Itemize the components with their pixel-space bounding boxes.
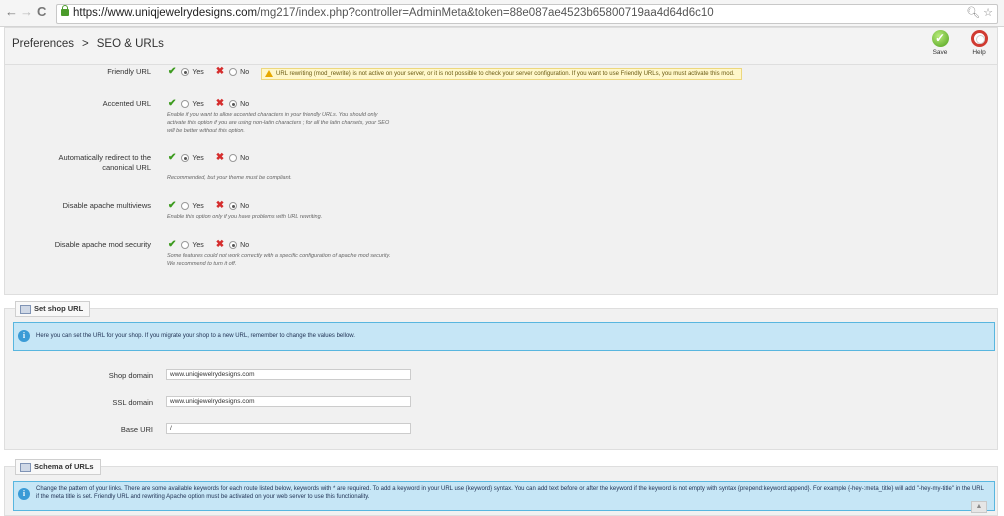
accented-url-label: Accented URL xyxy=(102,99,151,108)
address-bar[interactable]: https://www.uniqjewelrydesigns.com/mg217… xyxy=(56,4,998,24)
forward-arrow-icon[interactable]: → xyxy=(20,5,33,19)
no-label: No xyxy=(240,242,250,249)
hint-line: Some features could not work correctly w… xyxy=(167,253,391,259)
shop-url-fieldset: Set shop URL i Here you can set the URL … xyxy=(4,301,998,450)
shop-url-info-box: i Here you can set the URL for your shop… xyxy=(13,322,995,351)
friendly-url-label: Friendly URL xyxy=(107,67,151,76)
lock-icon xyxy=(61,5,69,16)
yes-label: Yes xyxy=(192,155,204,162)
back-arrow-icon[interactable]: ← xyxy=(5,5,18,19)
accented-url-hint: Enable if you want to allow accented cha… xyxy=(167,111,457,135)
info-icon: i xyxy=(18,330,30,342)
yes-label: Yes xyxy=(192,69,204,76)
base-uri-label: Base URI xyxy=(120,425,153,434)
cross-icon: ✖ xyxy=(215,98,225,109)
yes-label: Yes xyxy=(192,242,204,249)
schema-urls-legend: Schema of URLs xyxy=(15,459,101,475)
breadcrumb-current: SEO & URLs xyxy=(96,38,164,50)
page-toolbar: Preferences > SEO & URLs ✓ Save Help xyxy=(4,27,998,65)
scroll-to-top-icon[interactable]: ▲ xyxy=(971,501,987,513)
accented-url-options: ✔ Yes ✖ No xyxy=(168,99,249,110)
shop-domain-input[interactable] xyxy=(166,369,411,380)
hint-line: will be better without this option. xyxy=(167,128,245,134)
check-icon: ✔ xyxy=(168,66,177,77)
lifebuoy-icon xyxy=(970,30,988,47)
no-label: No xyxy=(240,203,250,210)
url-text: https://www.uniqjewelrydesigns.com/mg217… xyxy=(73,7,714,19)
window-icon xyxy=(20,305,31,314)
save-button[interactable]: ✓ Save xyxy=(925,30,955,56)
friendly-url-yes-radio[interactable] xyxy=(181,68,190,77)
disable-mod-security-hint: Some features could not work correctly w… xyxy=(167,252,457,268)
breadcrumb-separator: > xyxy=(82,38,89,50)
cross-icon: ✖ xyxy=(215,239,225,250)
schema-info-text: Change the pattern of your links. There … xyxy=(36,486,984,500)
browser-toolbar: ← → C https://www.uniqjewelrydesigns.com… xyxy=(0,0,1004,27)
help-button[interactable]: Help xyxy=(964,30,994,56)
check-icon: ✔ xyxy=(168,200,177,211)
accented-url-yes-radio[interactable] xyxy=(181,100,190,109)
shop-url-legend: Set shop URL xyxy=(15,301,91,317)
redirect-canonical-label: Automatically redirect to the canonical U… xyxy=(58,153,151,172)
check-icon: ✔ xyxy=(168,239,177,250)
redirect-canonical-options: ✔ Yes ✖ No xyxy=(168,153,249,164)
redirect-canonical-yes-radio[interactable] xyxy=(181,154,190,163)
save-label: Save xyxy=(932,49,948,56)
check-icon: ✔ xyxy=(168,98,177,109)
window-icon xyxy=(20,463,31,472)
no-label: No xyxy=(240,69,250,76)
disable-multiviews-label: Disable apache multiviews xyxy=(62,201,151,210)
breadcrumb: Preferences > SEO & URLs xyxy=(12,38,164,50)
schema-info-box: i Change the pattern of your links. Ther… xyxy=(13,481,995,511)
warning-text: URL rewriting (mod_rewrite) is not activ… xyxy=(276,71,735,77)
cross-icon: ✖ xyxy=(215,152,225,163)
shop-url-info-text: Here you can set the URL for your shop. … xyxy=(36,333,355,339)
cross-icon: ✖ xyxy=(215,200,225,211)
disable-multiviews-hint: Enable this option only if you have prob… xyxy=(167,214,323,220)
breadcrumb-root[interactable]: Preferences xyxy=(12,38,74,50)
disable-mod-security-label: Disable apache mod security xyxy=(54,240,151,249)
no-label: No xyxy=(240,155,250,162)
shop-domain-label: Shop domain xyxy=(108,371,153,380)
ssl-domain-input[interactable] xyxy=(166,396,411,407)
mod-rewrite-warning: URL rewriting (mod_rewrite) is not activ… xyxy=(261,68,742,80)
save-check-icon: ✓ xyxy=(931,30,949,47)
friendly-url-no-radio[interactable] xyxy=(229,68,238,77)
disable-mod-security-no-radio[interactable] xyxy=(229,241,238,250)
seo-settings-panel: Friendly URL ✔ Yes ✖ No URL rewriting (mod… xyxy=(4,64,998,295)
disable-mod-security-options: ✔ Yes ✖ No xyxy=(168,240,249,251)
yes-label: Yes xyxy=(192,101,204,108)
zoom-icon[interactable]: 🔍︎ ☆ xyxy=(966,6,993,19)
hint-line: We recommend to turn it off. xyxy=(167,261,237,267)
disable-multiviews-no-radio[interactable] xyxy=(229,202,238,211)
hint-line: Enable if you want to allow accented cha… xyxy=(167,112,378,118)
friendly-url-options: ✔ Yes ✖ No xyxy=(168,67,249,78)
redirect-canonical-no-radio[interactable] xyxy=(229,154,238,163)
disable-mod-security-yes-radio[interactable] xyxy=(181,241,190,250)
no-label: No xyxy=(240,101,250,108)
yes-label: Yes xyxy=(192,203,204,210)
reload-icon[interactable]: C xyxy=(37,5,46,19)
disable-multiviews-options: ✔ Yes ✖ No xyxy=(168,201,249,212)
schema-urls-fieldset: Schema of URLs i Change the pattern of y… xyxy=(4,459,998,516)
accented-url-no-radio[interactable] xyxy=(229,100,238,109)
cross-icon: ✖ xyxy=(215,66,225,77)
base-uri-input[interactable] xyxy=(166,423,411,434)
check-icon: ✔ xyxy=(168,152,177,163)
help-label: Help xyxy=(972,49,986,56)
disable-multiviews-yes-radio[interactable] xyxy=(181,202,190,211)
redirect-canonical-hint: Recommended, but your theme must be comp… xyxy=(167,175,292,181)
info-icon: i xyxy=(18,488,30,500)
warning-icon xyxy=(265,70,273,77)
ssl-domain-label: SSL domain xyxy=(112,398,153,407)
hint-line: activate this option if you are using no… xyxy=(167,120,390,126)
